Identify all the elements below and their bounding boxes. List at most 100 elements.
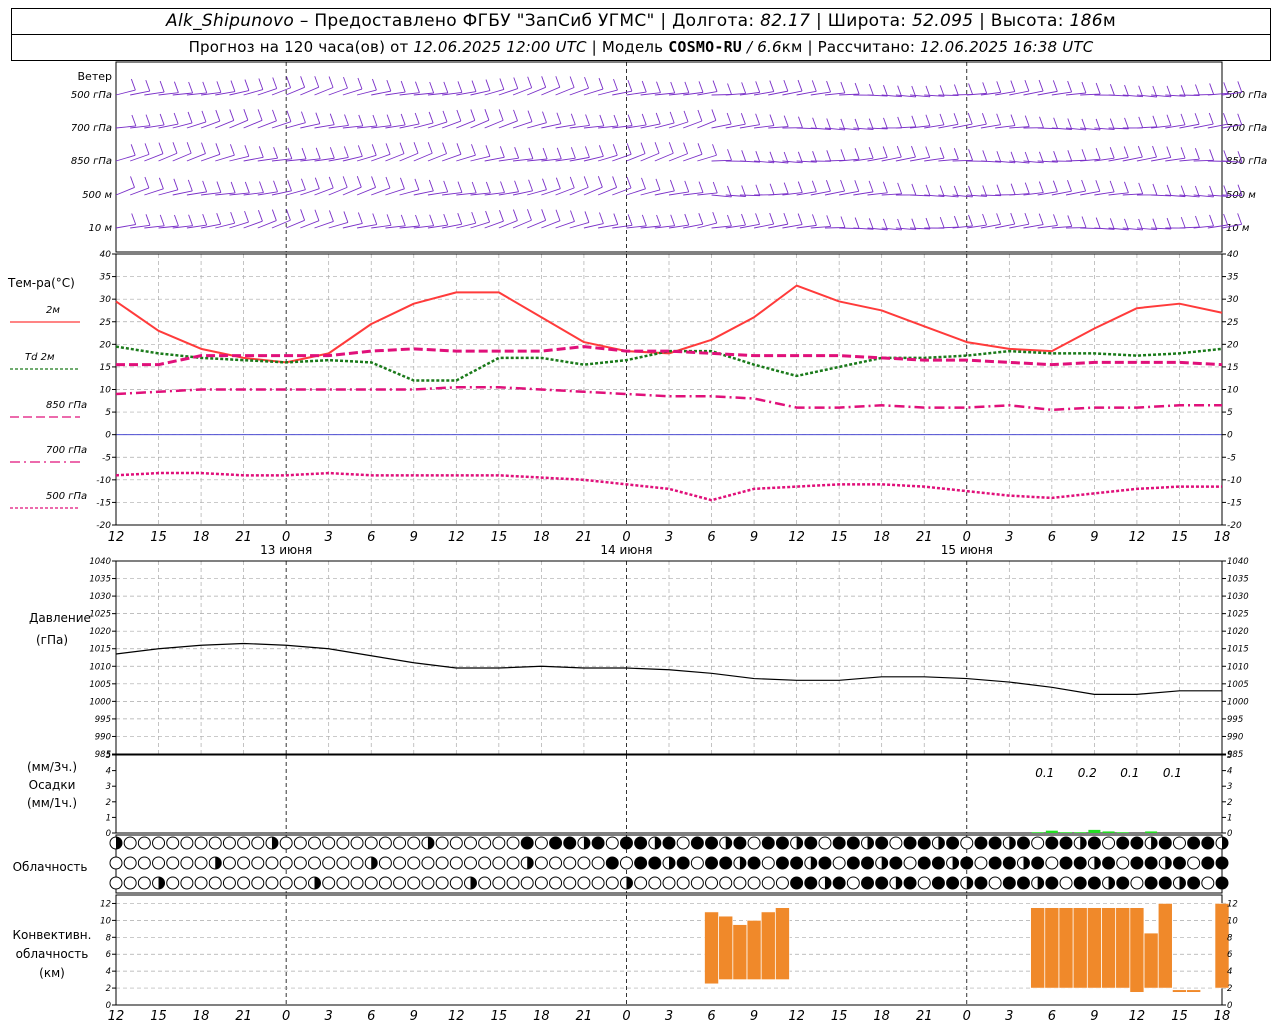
wind-barb-flag bbox=[1180, 216, 1186, 229]
wind-barb-flag bbox=[159, 80, 165, 93]
wind-barb-flag bbox=[513, 77, 519, 89]
wind-barb-flag bbox=[925, 184, 931, 197]
cloud-fill bbox=[1201, 857, 1214, 869]
y-tick-label: 1010 bbox=[89, 662, 111, 672]
cloud-fill bbox=[989, 837, 1002, 849]
y-tick-label: 2 bbox=[1227, 798, 1232, 808]
wind-barb-flag bbox=[202, 180, 208, 193]
precip-bar bbox=[1060, 832, 1073, 833]
wind-barb-flag bbox=[399, 142, 405, 154]
wind-barb-flag bbox=[583, 176, 589, 188]
cloud-circle bbox=[761, 856, 775, 870]
wind-barb-flag bbox=[201, 142, 206, 154]
cloud-circle bbox=[478, 856, 492, 870]
cloud-circle bbox=[123, 876, 137, 890]
y-tick-label: 5 bbox=[1227, 408, 1233, 418]
cloud-circle bbox=[690, 876, 704, 890]
cloud-circle bbox=[605, 876, 619, 890]
temp-legend: 2м Td 2м 850 гПа 700 гПа 500 гПа bbox=[10, 305, 87, 509]
cloud-circle bbox=[520, 876, 534, 890]
wind-barb-flag bbox=[130, 78, 136, 91]
wind-barb-flag bbox=[996, 184, 1002, 196]
cloud-circle bbox=[180, 856, 194, 870]
wind-barb-flag bbox=[485, 145, 491, 157]
wind-barb-flag bbox=[996, 151, 1002, 163]
wind-barb-flag bbox=[1081, 81, 1087, 94]
cloud-fill bbox=[847, 837, 860, 849]
hour-label: 15 bbox=[491, 530, 508, 545]
cloud-fill bbox=[527, 857, 534, 869]
wind-barb-flag bbox=[598, 212, 604, 224]
cloud-fill bbox=[804, 877, 817, 889]
hour-label: 15 bbox=[1171, 530, 1188, 545]
wind-barb-flag bbox=[840, 149, 846, 161]
cloud-circle bbox=[492, 836, 506, 850]
cloud-circle bbox=[251, 836, 265, 850]
wind-barb-flag bbox=[314, 76, 320, 88]
day-label: 14 июня bbox=[600, 543, 652, 557]
wind-barb-flag bbox=[684, 180, 690, 193]
cloud-circle bbox=[279, 876, 293, 890]
cloud-fill bbox=[677, 857, 690, 869]
wind-barb-flag bbox=[1052, 180, 1058, 192]
wind-barb-flag bbox=[528, 179, 533, 191]
cloud-fill bbox=[861, 877, 874, 889]
wind-barb-flag bbox=[300, 111, 306, 123]
y-tick-label: 1040 bbox=[89, 557, 111, 567]
cloud-circle bbox=[676, 876, 690, 890]
wind-barb-flag bbox=[741, 150, 747, 162]
wind-barb-flag bbox=[1208, 112, 1214, 125]
wind-barb-flag bbox=[415, 214, 420, 227]
wind-barb-flag bbox=[186, 142, 192, 154]
wind-barb-flag bbox=[1081, 149, 1087, 161]
cloud-circle bbox=[1130, 876, 1144, 890]
y-tick-label: 1 bbox=[1227, 813, 1232, 823]
wind-barb-flag bbox=[172, 142, 178, 154]
wind-barb-flag bbox=[400, 214, 406, 227]
cloud-fill bbox=[1145, 877, 1158, 889]
cloud-circle bbox=[903, 856, 917, 870]
wind-barb-flag bbox=[812, 214, 817, 226]
y-tick-label: 1035 bbox=[1227, 575, 1249, 585]
wind-barb-flag bbox=[783, 212, 789, 225]
wind-barb-flag bbox=[555, 76, 561, 88]
wind-barb-flag bbox=[627, 214, 633, 226]
precip-bar bbox=[1045, 830, 1058, 833]
y-tick-label: 1025 bbox=[1227, 610, 1249, 620]
wind-barb-flag bbox=[541, 76, 547, 88]
wind-barb-flag bbox=[1124, 181, 1129, 193]
y-tick-label: 3 bbox=[1227, 782, 1232, 792]
cloud-circle bbox=[619, 856, 633, 870]
conv-bar bbox=[1072, 907, 1088, 989]
cloud-circle bbox=[506, 856, 520, 870]
precip-bar bbox=[1031, 832, 1044, 833]
wind-barb-flag bbox=[769, 80, 775, 92]
cloud-circle bbox=[974, 856, 988, 870]
wind-barb-flag bbox=[1109, 147, 1115, 159]
y-tick-label: 2 bbox=[106, 798, 111, 808]
wind-barb-flag bbox=[612, 176, 618, 188]
wind-barb bbox=[597, 187, 617, 196]
wind-barb-flag bbox=[498, 109, 504, 121]
wind-barb-flag bbox=[428, 111, 434, 124]
cloud-circle bbox=[265, 876, 279, 890]
precip-bar bbox=[1088, 829, 1101, 833]
wind-barb bbox=[186, 153, 206, 162]
cloud-circle bbox=[251, 876, 265, 890]
cloud-fill bbox=[1060, 837, 1073, 849]
conv-bar bbox=[1186, 989, 1201, 993]
cloud-circle bbox=[747, 876, 761, 890]
cloud-circle bbox=[577, 856, 591, 870]
cloud-circle bbox=[123, 856, 137, 870]
y-tick-label: 1 bbox=[106, 813, 111, 823]
cloud-circle bbox=[322, 876, 336, 890]
cloud-fill bbox=[1037, 877, 1044, 889]
cloud-circle bbox=[506, 836, 520, 850]
wind-barb-flag bbox=[911, 183, 917, 196]
wind-barb-flag bbox=[798, 116, 803, 128]
wind-barb-flag bbox=[627, 79, 633, 92]
y-tick-label: 8 bbox=[106, 933, 112, 943]
wind-barb-flag bbox=[258, 78, 264, 90]
cloud-circle bbox=[421, 876, 435, 890]
cloud-fill bbox=[521, 837, 534, 849]
